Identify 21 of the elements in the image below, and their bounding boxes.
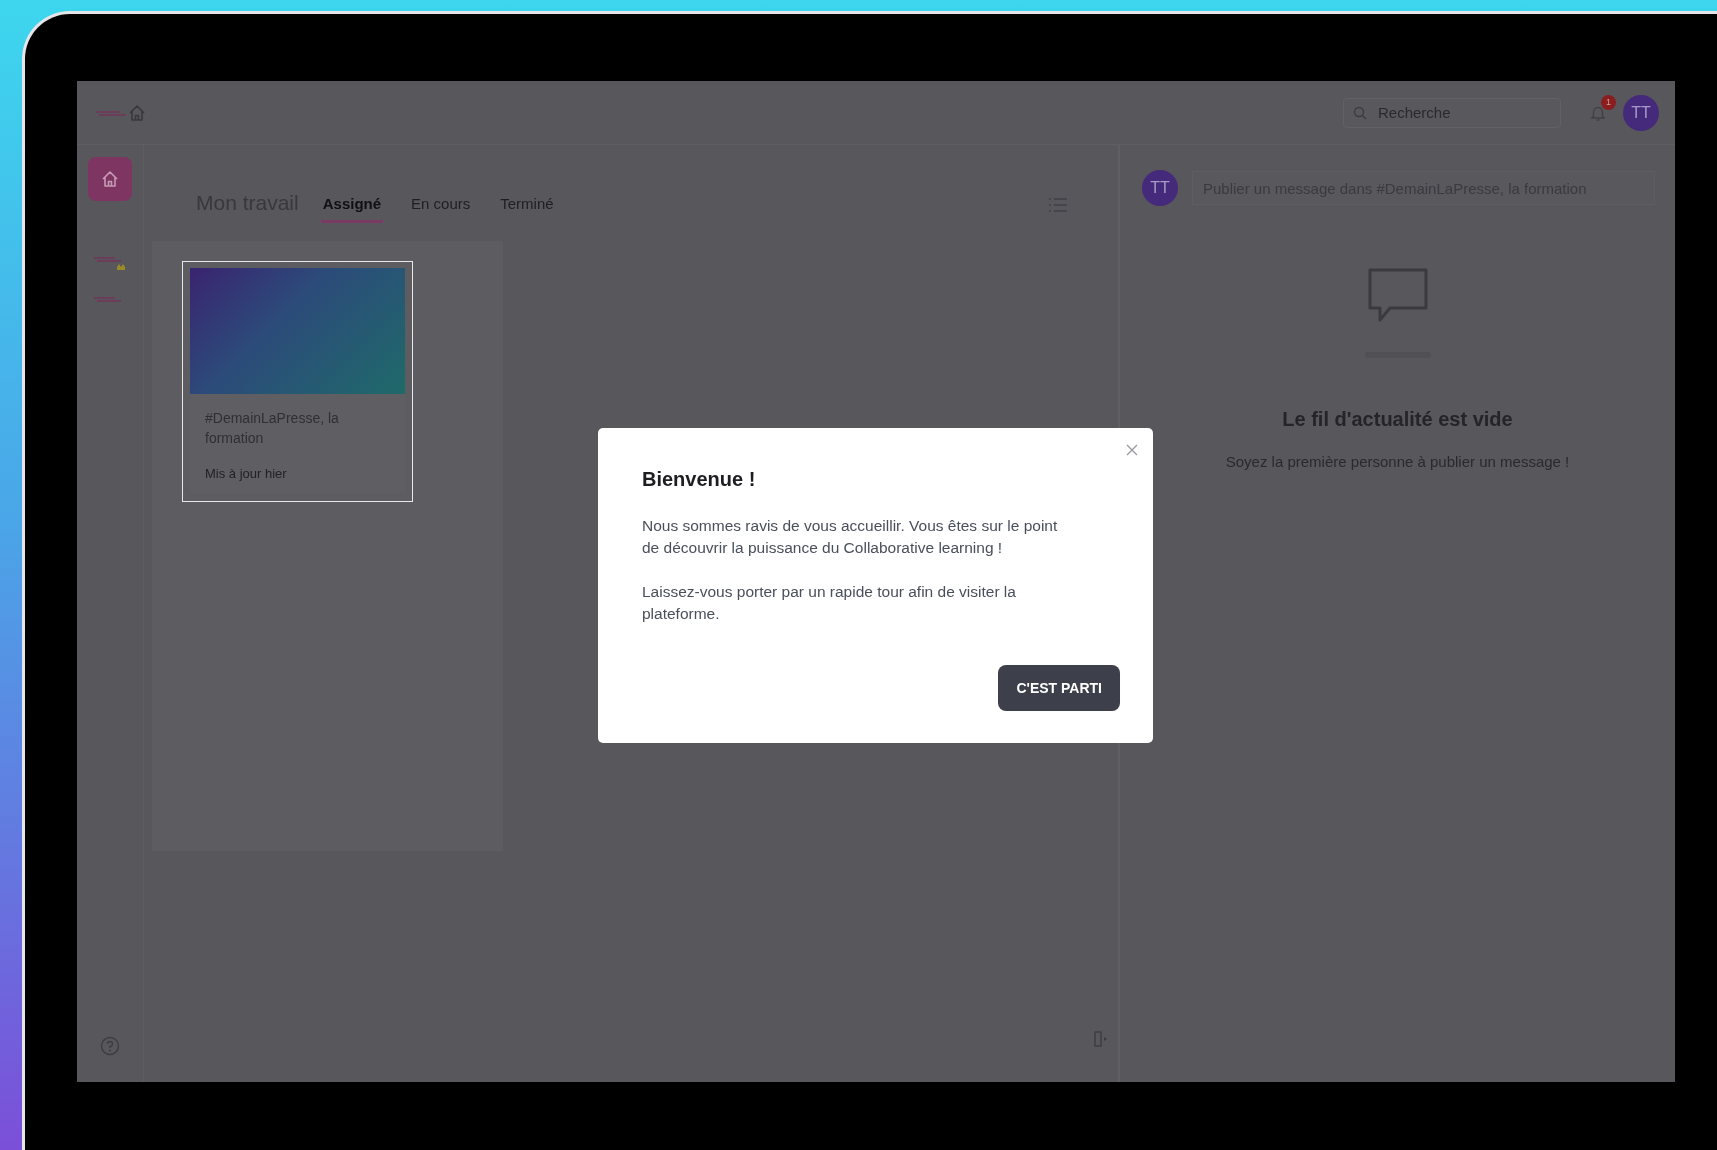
home-icon[interactable] [127, 102, 147, 123]
dialog-text: Laissez-vous porter par un rapide tour afin de visiter la plateforme. [642, 582, 1017, 624]
help-icon[interactable] [100, 1036, 120, 1056]
dialog-text: Nous sommes ravis de vous accueillir. Vous êtes sur le point de découvrir la puissance du Collaborative learning ! [642, 516, 1059, 558]
tab[interactable]: Assigné [320, 195, 384, 223]
notification-badge: 1 [1601, 94, 1616, 110]
tab[interactable]: En cours [409, 195, 473, 223]
collapse-panel-icon[interactable] [1094, 1030, 1108, 1048]
user-avatar[interactable]: TT [1623, 94, 1659, 131]
updated-text: Mis à jour hier [205, 466, 288, 481]
logo-icon [95, 108, 127, 117]
dialog-title: Bienvenue ! [642, 468, 757, 491]
close-button[interactable] [1126, 444, 1138, 456]
home-button[interactable] [88, 157, 132, 201]
user-avatar: TT [1142, 170, 1178, 206]
close-icon [1126, 444, 1138, 456]
home-icon [100, 169, 120, 189]
logo-icon[interactable] [93, 255, 127, 271]
speech-bubble-icon [1367, 268, 1428, 322]
start-tour-button[interactable]: C'EST PARTI [998, 665, 1120, 711]
tab[interactable]: Terminé [498, 195, 556, 223]
